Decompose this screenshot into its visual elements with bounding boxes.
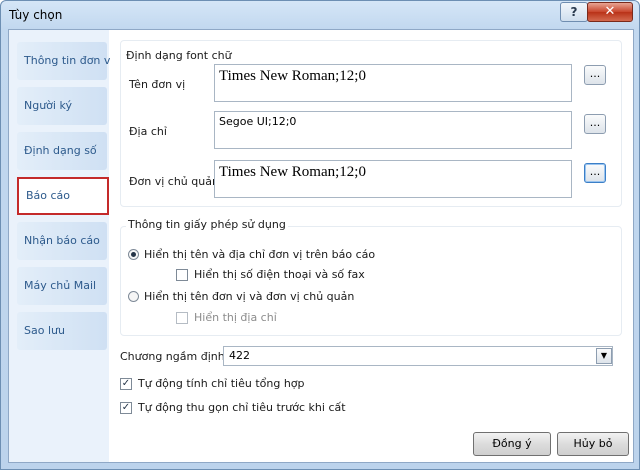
ten-don-vi-label: Tên đơn vị <box>129 78 186 91</box>
cancel-button[interactable]: Hủy bỏ <box>557 432 629 456</box>
show-name-parent-label[interactable]: Hiển thị tên đơn vị và đơn vị chủ quản <box>144 290 354 303</box>
program-dropdown-icon[interactable]: ▼ <box>596 348 612 364</box>
close-button[interactable]: ✕ <box>587 2 633 22</box>
ten-don-vi-font-button[interactable]: ... <box>584 65 606 85</box>
sidebar-item-nhan-bao-cao[interactable]: Nhận báo cáo <box>17 222 107 260</box>
font-group-title: Định dạng font chữ <box>126 49 232 62</box>
sidebar-item-sao-luu[interactable]: Sao lưu <box>17 312 107 350</box>
content-panel: Định dạng font chữ Tên đơn vị Times New … <box>110 30 633 462</box>
sidebar-item-bao-cao[interactable]: Báo cáo <box>17 177 109 215</box>
auto-calc-label[interactable]: Tự động tính chỉ tiêu tổng hợp <box>138 377 305 390</box>
sidebar-item-may-chu-mail[interactable]: Máy chủ Mail <box>17 267 107 305</box>
sidebar-item-dinh-dang-so[interactable]: Định dạng số <box>17 132 107 170</box>
don-vi-chu-quan-font-button[interactable]: ... <box>584 163 606 183</box>
dialog-body: Thông tin đơn vị Người ký Định dạng số B… <box>8 29 634 463</box>
auto-collapse-checkbox[interactable]: ✓ <box>120 402 132 414</box>
show-phone-fax-checkbox[interactable] <box>176 269 188 281</box>
ok-button[interactable]: Đồng ý <box>473 432 551 456</box>
show-name-parent-radio[interactable] <box>128 291 139 302</box>
dia-chi-font-field[interactable]: Segoe UI;12;0 <box>214 111 572 149</box>
program-select[interactable]: 422 <box>223 346 613 366</box>
dia-chi-font-button[interactable]: ... <box>584 114 606 134</box>
don-vi-chu-quan-label: Đơn vị chủ quản <box>129 175 219 188</box>
show-address-checkbox <box>176 312 188 324</box>
dia-chi-label: Địa chỉ <box>129 125 167 138</box>
title-bar: Tùy chọn ? ✕ <box>1 1 639 29</box>
auto-calc-checkbox[interactable]: ✓ <box>120 378 132 390</box>
show-name-address-label[interactable]: Hiển thị tên và địa chỉ đơn vị trên báo … <box>144 248 375 261</box>
show-phone-fax-label[interactable]: Hiển thị số điện thoại và số fax <box>194 268 365 281</box>
auto-collapse-label[interactable]: Tự động thu gọn chỉ tiêu trước khi cất <box>138 401 346 414</box>
show-address-label: Hiển thị địa chỉ <box>194 311 277 324</box>
window-title: Tùy chọn <box>9 8 63 22</box>
show-name-address-radio[interactable] <box>128 249 139 260</box>
sidebar-item-nguoi-ky[interactable]: Người ký <box>17 87 107 125</box>
license-group-title: Thông tin giấy phép sử dụng <box>126 218 288 231</box>
sidebar: Thông tin đơn vị Người ký Định dạng số B… <box>9 30 113 462</box>
program-label: Chương ngầm định <box>120 350 225 363</box>
program-value: 422 <box>229 349 250 362</box>
options-dialog: Tùy chọn ? ✕ Thông tin đơn vị Người ký Đ… <box>0 0 640 470</box>
ten-don-vi-font-field[interactable]: Times New Roman;12;0 <box>214 64 572 102</box>
sidebar-item-thong-tin-don-vi[interactable]: Thông tin đơn vị <box>17 42 113 80</box>
don-vi-chu-quan-font-field[interactable]: Times New Roman;12;0 <box>214 160 572 198</box>
help-button[interactable]: ? <box>560 2 588 22</box>
